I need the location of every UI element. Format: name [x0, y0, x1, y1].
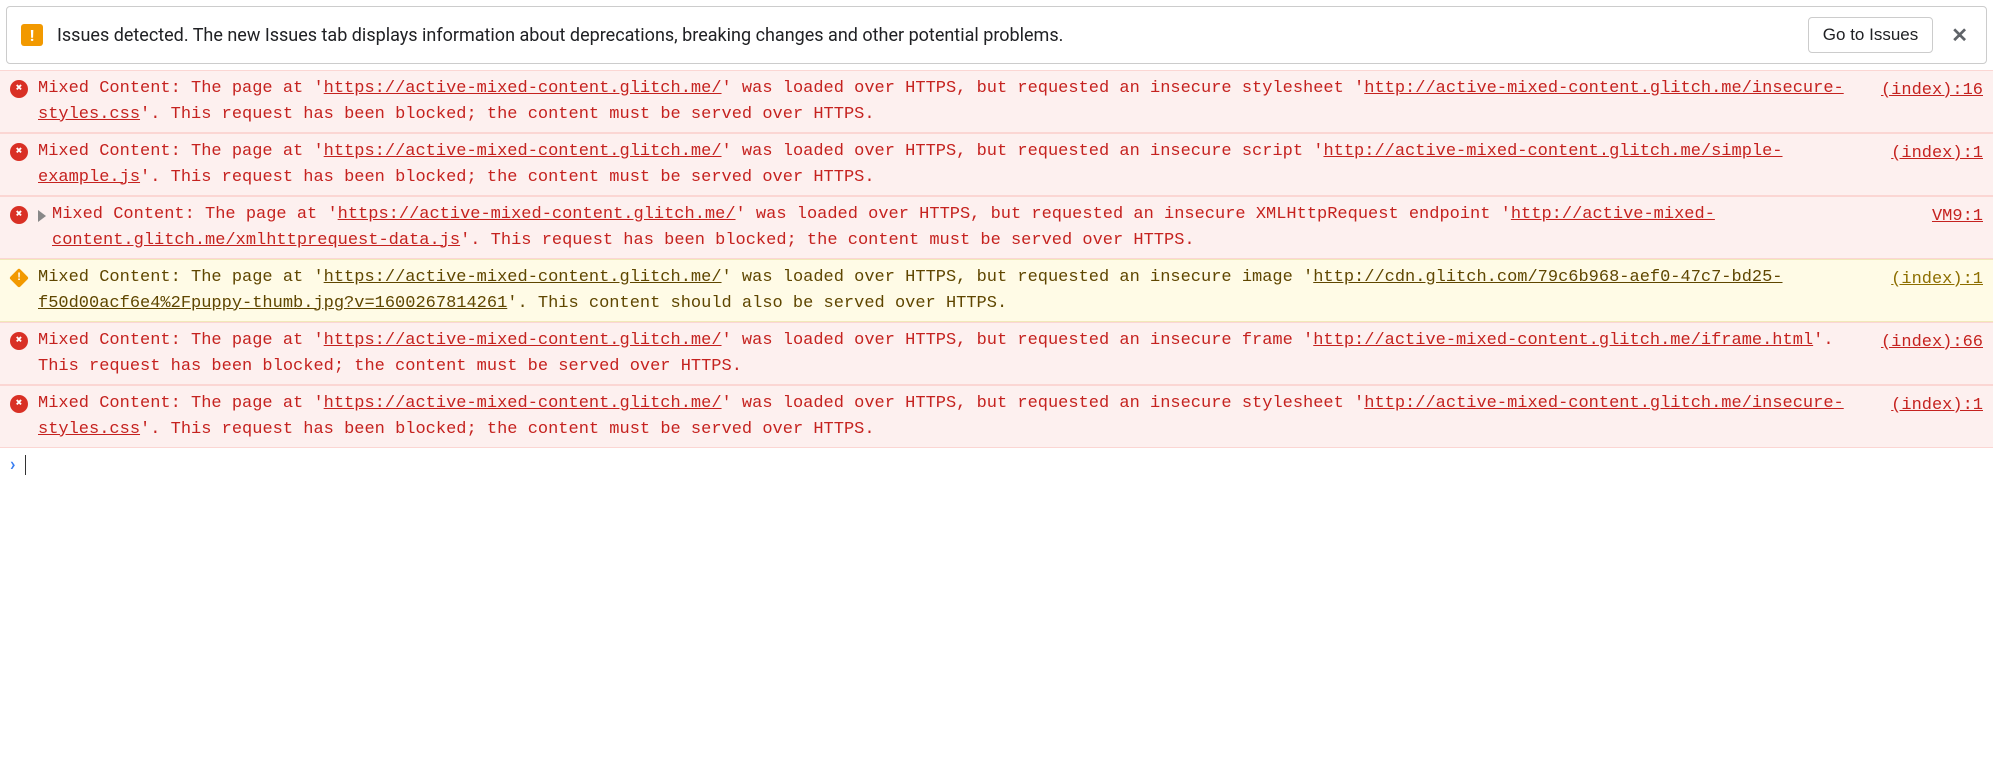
message-text: Mixed Content: The page at '	[38, 142, 324, 161]
message-text: ' was loaded over HTTPS, but requested a…	[722, 268, 1314, 287]
message-text: Mixed Content: The page at '	[38, 79, 324, 98]
source-link[interactable]: (index):66	[1881, 330, 1983, 356]
issues-banner: ! Issues detected. The new Issues tab di…	[6, 6, 1987, 64]
page-url-link[interactable]: https://active-mixed-content.glitch.me/	[324, 331, 722, 350]
console-message-list: Mixed Content: The page at 'https://acti…	[0, 70, 1993, 448]
console-message: Mixed Content: The page at 'https://acti…	[38, 76, 1881, 127]
source-link[interactable]: (index):16	[1881, 78, 1983, 104]
console-row: Mixed Content: The page at 'https://acti…	[0, 70, 1993, 133]
console-message: Mixed Content: The page at 'https://acti…	[38, 139, 1891, 190]
source-link[interactable]: (index):1	[1891, 141, 1983, 167]
message-text: ' was loaded over HTTPS, but requested a…	[722, 142, 1324, 161]
message-text: ' was loaded over HTTPS, but requested a…	[736, 205, 1511, 224]
close-icon[interactable]: ✕	[1947, 23, 1972, 47]
expand-toggle-icon[interactable]	[38, 210, 46, 222]
error-icon	[10, 80, 28, 98]
page-url-link[interactable]: https://active-mixed-content.glitch.me/	[324, 394, 722, 413]
page-url-link[interactable]: https://active-mixed-content.glitch.me/	[324, 142, 722, 161]
issues-warning-icon: !	[21, 24, 43, 46]
message-text: Mixed Content: The page at '	[38, 331, 324, 350]
console-row: Mixed Content: The page at 'https://acti…	[0, 385, 1993, 448]
message-text: ' was loaded over HTTPS, but requested a…	[722, 331, 1314, 350]
page-url-link[interactable]: https://active-mixed-content.glitch.me/	[324, 268, 722, 287]
input-caret	[25, 455, 26, 475]
resource-url-link[interactable]: http://active-mixed-content.glitch.me/if…	[1313, 331, 1813, 350]
message-text: Mixed Content: The page at '	[52, 205, 338, 224]
source-link[interactable]: (index):1	[1891, 267, 1983, 293]
message-text: Mixed Content: The page at '	[38, 268, 324, 287]
message-text: '. This request has been blocked; the co…	[140, 168, 875, 187]
error-icon	[10, 143, 28, 161]
console-row: Mixed Content: The page at 'https://acti…	[0, 133, 1993, 196]
go-to-issues-button[interactable]: Go to Issues	[1808, 17, 1933, 53]
chevron-right-icon: ›	[10, 454, 15, 475]
message-text: '. This request has been blocked; the co…	[140, 105, 875, 124]
console-row: Mixed Content: The page at 'https://acti…	[0, 322, 1993, 385]
message-text: ' was loaded over HTTPS, but requested a…	[722, 79, 1365, 98]
console-prompt[interactable]: ›	[0, 448, 1993, 481]
message-text: '. This request has been blocked; the co…	[460, 231, 1195, 250]
warning-icon: !	[9, 268, 29, 288]
console-message: Mixed Content: The page at 'https://acti…	[38, 265, 1891, 316]
message-text: ' was loaded over HTTPS, but requested a…	[722, 394, 1365, 413]
error-icon	[10, 395, 28, 413]
console-message: Mixed Content: The page at 'https://acti…	[38, 328, 1881, 379]
console-row: Mixed Content: The page at 'https://acti…	[0, 196, 1993, 259]
source-link[interactable]: VM9:1	[1932, 204, 1983, 230]
message-text: '. This request has been blocked; the co…	[140, 420, 875, 439]
console-message: Mixed Content: The page at 'https://acti…	[52, 202, 1932, 253]
console-message: Mixed Content: The page at 'https://acti…	[38, 391, 1891, 442]
issues-banner-text: Issues detected. The new Issues tab disp…	[57, 25, 1794, 46]
message-text: '. This content should also be served ov…	[507, 294, 1007, 313]
source-link[interactable]: (index):1	[1891, 393, 1983, 419]
console-row: ! Mixed Content: The page at 'https://act…	[0, 259, 1993, 322]
page-url-link[interactable]: https://active-mixed-content.glitch.me/	[338, 205, 736, 224]
error-icon	[10, 206, 28, 224]
page-url-link[interactable]: https://active-mixed-content.glitch.me/	[324, 79, 722, 98]
error-icon	[10, 332, 28, 350]
message-text: Mixed Content: The page at '	[38, 394, 324, 413]
